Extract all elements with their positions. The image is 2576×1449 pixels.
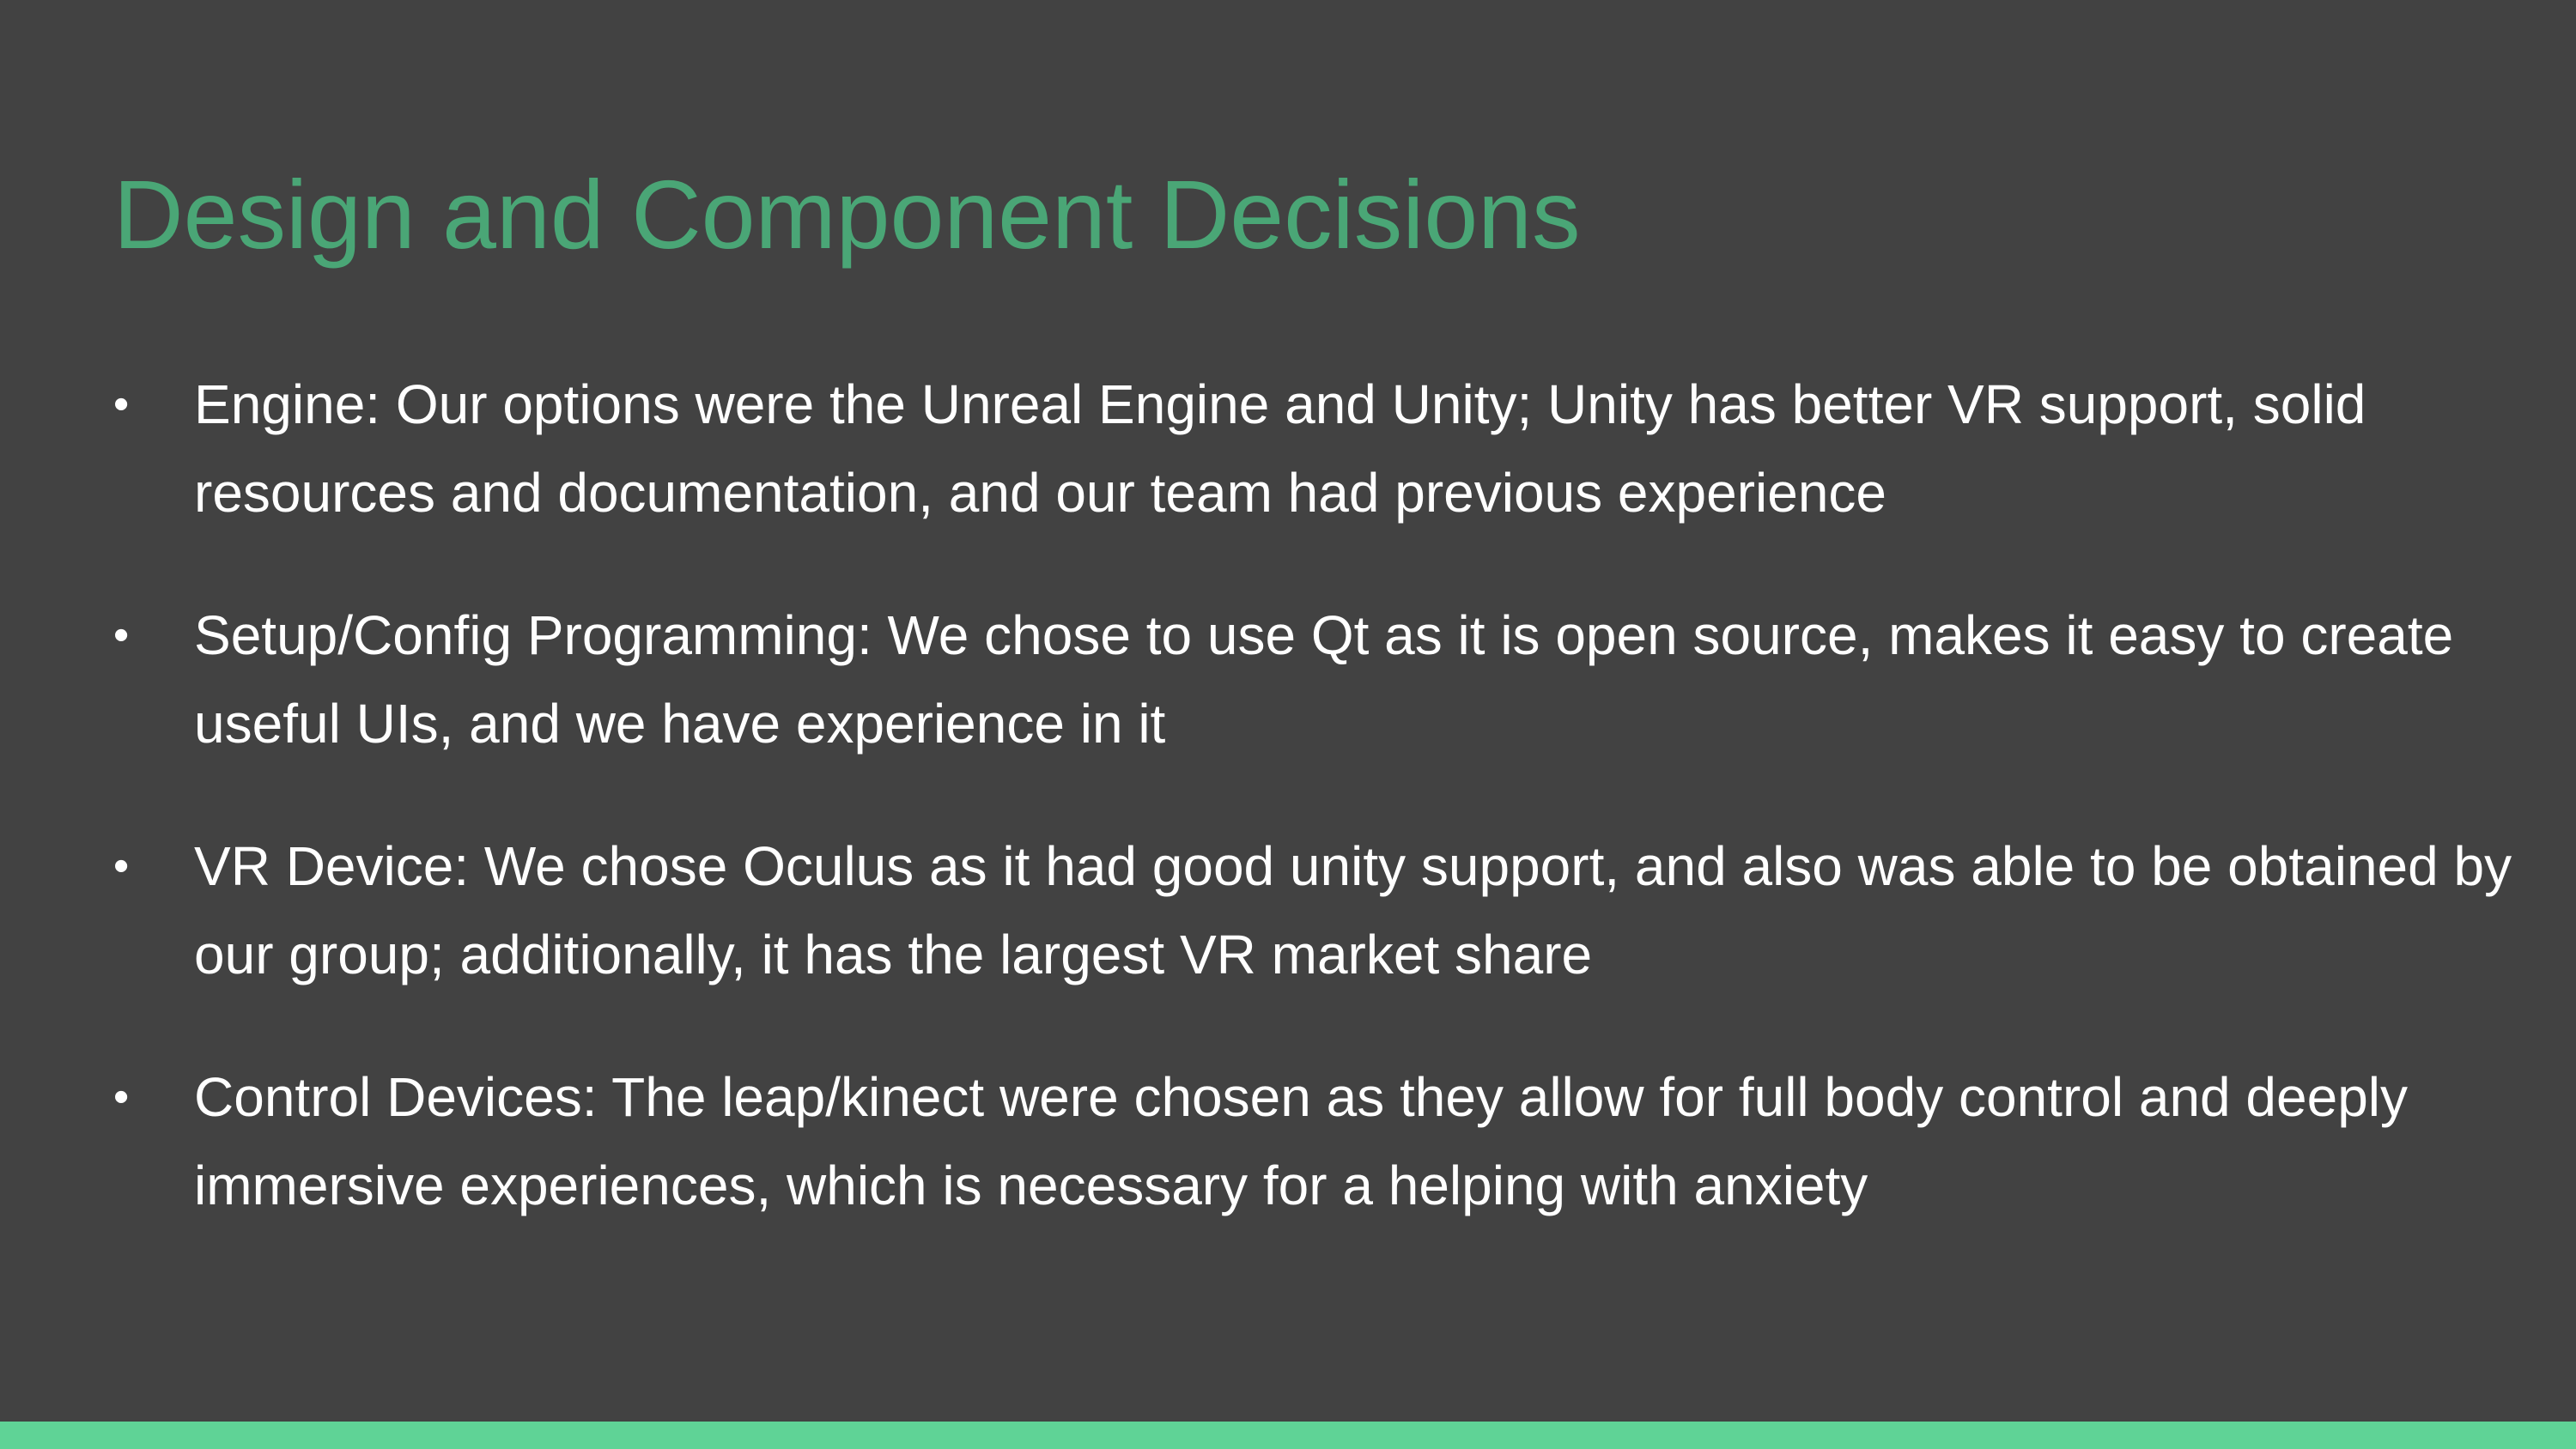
bullet-list: • Engine: Our options were the Unreal En…: [0, 361, 2576, 1284]
bullet-text: Setup/Config Programming: We chose to us…: [194, 604, 2454, 755]
slide-title: Design and Component Decisions: [113, 161, 1581, 269]
bullet-icon: •: [113, 379, 130, 429]
bullet-item-engine: • Engine: Our options were the Unreal En…: [0, 361, 2512, 537]
bullet-item-setup-config: • Setup/Config Programming: We chose to …: [0, 591, 2512, 768]
bullet-icon: •: [113, 1072, 130, 1122]
bullet-text: VR Device: We chose Oculus as it had goo…: [194, 835, 2512, 985]
bullet-item-control-devices: • Control Devices: The leap/kinect were …: [0, 1053, 2512, 1230]
bullet-text: Control Devices: The leap/kinect were ch…: [194, 1066, 2408, 1216]
accent-bar: [0, 1422, 2576, 1449]
bullet-icon: •: [113, 610, 130, 660]
bullet-icon: •: [113, 841, 130, 891]
slide: Design and Component Decisions • Engine:…: [0, 0, 2576, 1449]
bullet-item-vr-device: • VR Device: We chose Oculus as it had g…: [0, 822, 2512, 999]
bullet-text: Engine: Our options were the Unreal Engi…: [194, 373, 2366, 524]
